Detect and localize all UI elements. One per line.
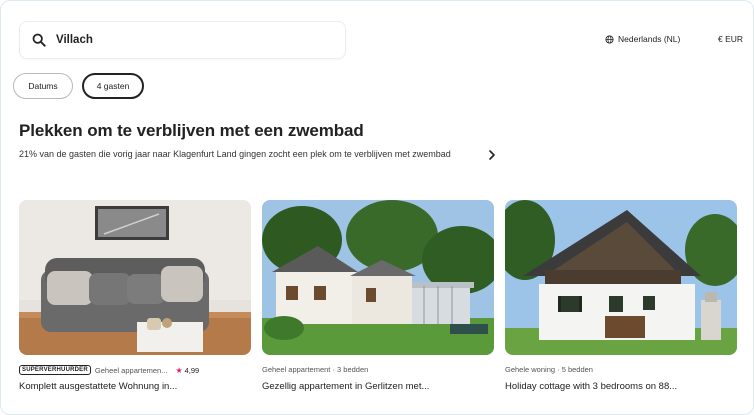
listing-type: Geheel appartemen...	[94, 365, 168, 375]
listing-type: Gehele woning · 5 bedden	[505, 365, 593, 374]
search-input[interactable]: Villach	[19, 21, 346, 59]
currency-selector[interactable]: € EUR	[718, 34, 743, 44]
search-query: Villach	[56, 34, 93, 46]
superhost-badge: SUPERVERHUURDER	[19, 365, 91, 375]
language-selector[interactable]: Nederlands (NL)	[605, 34, 680, 44]
language-label: Nederlands (NL)	[618, 34, 681, 44]
section-title: Plekken om te verblijven met een zwembad	[19, 121, 364, 140]
listing-title[interactable]: Holiday cottage with 3 bedrooms on 88...	[505, 381, 677, 392]
listing-card[interactable]	[262, 200, 494, 355]
listing-photo[interactable]	[262, 200, 494, 355]
listing-card[interactable]	[19, 200, 251, 355]
section-subtitle[interactable]: 21% van de gasten die vorig jaar naar Kl…	[19, 148, 479, 162]
apartment-garden-photo	[262, 200, 494, 355]
listing-title[interactable]: Komplett ausgestattete Wohnung in...	[19, 381, 177, 392]
listing-type: Geheel appartement · 3 bedden	[262, 365, 369, 374]
chevron-right-icon[interactable]	[487, 148, 497, 162]
listing-rating: ★ 4,99	[175, 366, 199, 375]
listing-meta: Geheel appartement · 3 bedden	[262, 365, 368, 374]
search-icon	[32, 33, 46, 47]
listing-meta: SUPERVERHUURDER Geheel appartemen... ★ 4…	[19, 365, 199, 375]
cottage-photo	[505, 200, 737, 355]
listing-card[interactable]	[505, 200, 737, 355]
listing-photo[interactable]	[19, 200, 251, 355]
listing-meta: Gehele woning · 5 bedden	[505, 365, 593, 374]
listing-title[interactable]: Gezellig appartement in Gerlitzen met...	[262, 381, 429, 392]
globe-icon	[605, 34, 614, 44]
dates-filter-button[interactable]: Datums	[13, 73, 73, 99]
rating-value: 4,99	[184, 365, 200, 375]
app-window: Villach Nederlands (NL) € EUR Datums 4 g…	[0, 0, 754, 415]
star-icon: ★	[175, 365, 183, 375]
listing-photo[interactable]	[505, 200, 737, 355]
living-room-photo	[19, 200, 251, 355]
guests-filter-button[interactable]: 4 gasten	[82, 73, 144, 99]
